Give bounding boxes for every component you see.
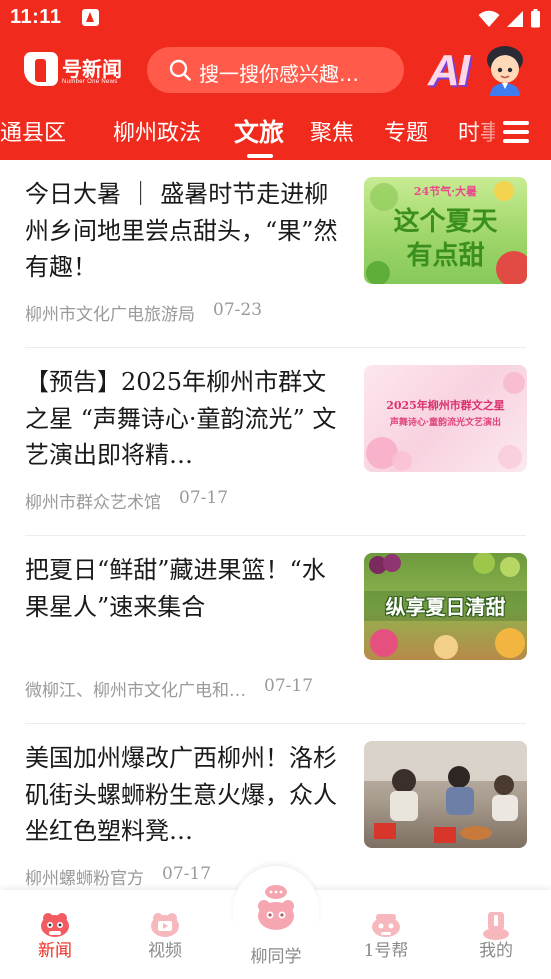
logo-mark-icon [24,52,58,86]
thumbnail-top-text: 24节气·大暑 [413,185,478,198]
news-thumbnail: 2025年柳州市群文之星 声舞诗心·童韵流光文艺演出 [364,365,527,472]
nav-profile[interactable]: 我的 [451,890,541,979]
news-item[interactable]: 今日大暑 ｜ 盛暑时节走进柳州乡间地里尝点甜头，“果”然有趣！ 柳州市文化广电旅… [0,160,551,348]
nav-label: 新闻 [38,941,72,961]
signal-icon [507,10,523,27]
nav-help[interactable]: 1号帮 [341,890,431,979]
news-title: 把夏日“鲜甜”藏进果篮！“水果星人”速来集合 [25,556,326,621]
news-title: 今日大暑 ｜ 盛暑时节走进柳州乡间地里尝点甜头，“果”然有趣！ [25,180,338,281]
assistant-mascot-icon [258,885,294,930]
news-title: 美国加州爆改广西柳州！洛杉矶街头螺蛳粉生意火爆，众人坐红色塑料凳… [25,744,337,845]
news-source: 柳州市文化广电旅游局 [25,305,195,325]
news-meta: 柳州市群众艺术馆 07-17 [25,488,355,513]
news-source: 柳州市群众艺术馆 [25,493,161,513]
news-thumbnail [364,741,527,848]
wifi-icon [478,10,500,27]
search-input[interactable]: 搜一搜你感兴趣… [147,47,404,93]
nav-label: 柳同学 [250,947,302,967]
tab-special[interactable]: 专题 [384,115,428,147]
channel-menu-button[interactable] [495,106,551,160]
thumbnail-caption: 2025年柳州市群文之星 [386,399,505,412]
news-date: 07-17 [264,676,314,696]
thumbnail-subcaption: 声舞诗心·童韵流光文艺演出 [389,418,502,428]
search-placeholder: 搜一搜你感兴趣… [199,62,359,86]
news-title: 【预告】2025年柳州市群文之星 “声舞诗心·童韵流光” 文艺演出即将精… [25,368,337,469]
battery-icon [531,9,540,28]
menu-icon [503,121,529,143]
news-date: 07-23 [213,300,263,320]
news-thumbnail: 24节气·大暑 这个夏天有点甜 [364,177,527,284]
ai-avatar-icon [487,46,523,96]
news-meta: 柳州市文化广电旅游局 07-23 [25,300,355,325]
active-tab-indicator [247,154,273,158]
thumbnail-caption: 纵享夏日清甜 [385,595,506,619]
nav-assistant[interactable]: 柳同学 [231,885,321,979]
nav-label: 我的 [479,941,513,961]
thumbnail-caption: 这个夏天有点甜 [393,207,498,271]
tab-law[interactable]: 柳州政法 [113,115,201,147]
tab-focus[interactable]: 聚焦 [310,115,354,147]
category-tabs: 直通县区 柳州政法 文旅 聚焦 专题 时事 [0,106,551,160]
news-thumbnail: 纵享夏日清甜 [364,553,527,660]
ai-assistant-button[interactable]: AI [428,44,528,96]
news-date: 07-17 [162,864,212,884]
logo-text: 号新闻 [62,57,122,81]
news-source: 微柳江、柳州市文化广电和… [25,681,246,701]
news-source: 柳州螺蛳粉官方 [25,869,144,889]
news-date: 07-17 [179,488,229,508]
app-notification-icon [82,9,99,26]
status-icons [478,9,541,28]
logo-subtitle: Number One News [62,79,118,85]
news-item[interactable]: 【预告】2025年柳州市群文之星 “声舞诗心·童韵流光” 文艺演出即将精… 柳州… [0,348,551,536]
street-food-photo [364,741,527,843]
bottom-nav: 新闻 视频 柳同学 1号帮 我的 [0,866,551,979]
nav-label: 1号帮 [363,941,409,961]
news-list: 今日大暑 ｜ 盛暑时节走进柳州乡间地里尝点甜头，“果”然有趣！ 柳州市文化广电旅… [0,160,551,890]
tab-culture-tourism[interactable]: 文旅 [234,113,284,149]
app-logo[interactable]: 号新闻 Number One News [24,52,124,90]
nav-video[interactable]: 视频 [120,890,210,979]
app-header: 11:11 号新闻 Number One News 搜一搜你感兴趣… AI 通县… [0,0,551,160]
search-icon [169,59,191,81]
status-bar: 11:11 [0,0,551,36]
nav-label: 视频 [148,941,182,961]
tab-county[interactable]: 直通县区 [0,115,66,147]
news-meta: 微柳江、柳州市文化广电和… 07-17 [25,676,355,701]
status-time: 11:11 [10,6,62,28]
ai-label: AI [428,46,470,95]
nav-news[interactable]: 新闻 [10,890,100,979]
news-item[interactable]: 把夏日“鲜甜”藏进果篮！“水果星人”速来集合 微柳江、柳州市文化广电和… 07-1… [0,536,551,724]
